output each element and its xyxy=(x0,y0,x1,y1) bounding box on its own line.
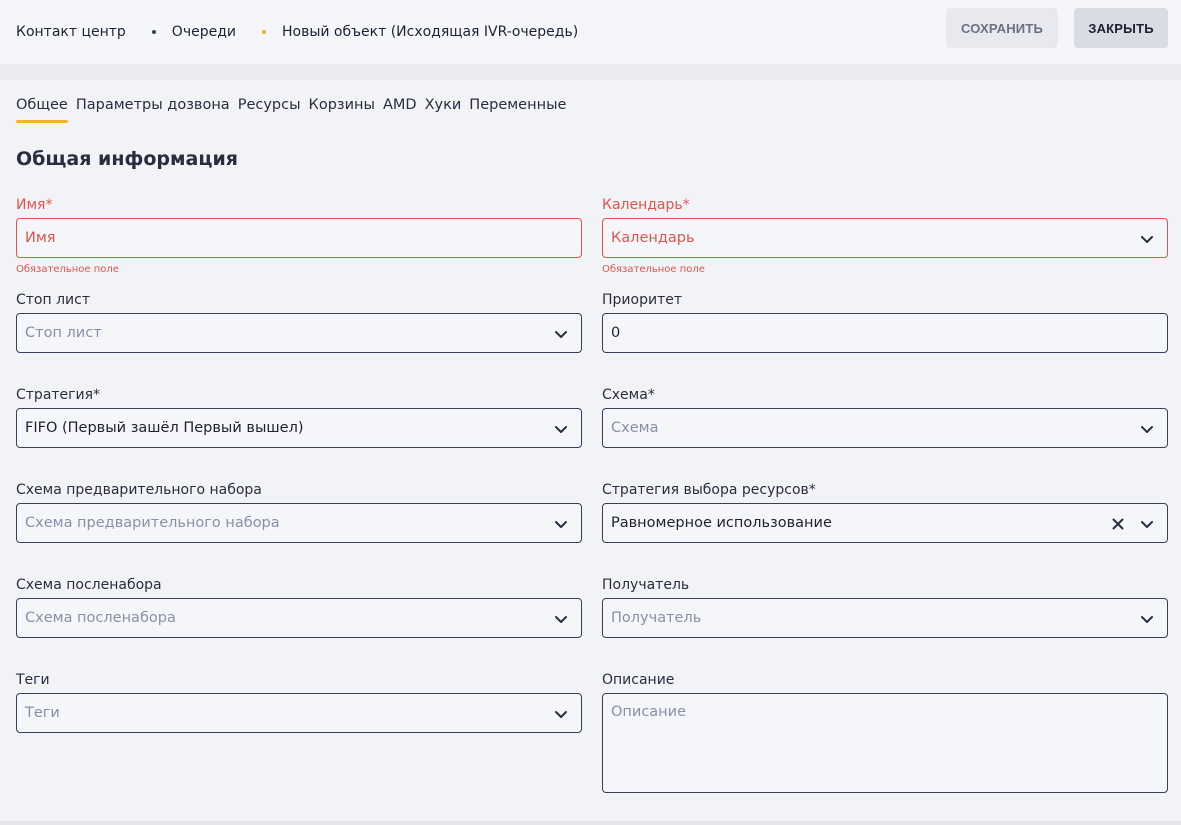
priority-input[interactable]: 0 xyxy=(602,313,1168,353)
description-label: Описание xyxy=(602,672,675,688)
priority-label: Приоритет xyxy=(602,292,682,308)
name-label: Имя* xyxy=(16,197,53,213)
stop-list-placeholder: Стоп лист xyxy=(25,325,102,341)
name-placeholder: Имя xyxy=(25,230,56,246)
predial-scheme-field: Схема предварительного набора Схема пред… xyxy=(16,480,582,543)
resource-strategy-field: Стратегия выбора ресурсов* Равномерное и… xyxy=(602,480,1168,543)
chevron-down-icon[interactable] xyxy=(1139,231,1155,247)
breadcrumb-current-dot xyxy=(261,30,266,34)
calendar-placeholder: Календарь xyxy=(611,230,695,246)
breadcrumb-contact-center[interactable]: Контакт центр xyxy=(16,24,126,40)
predial-scheme-label: Схема предварительного набора xyxy=(16,482,262,498)
chevron-down-icon[interactable] xyxy=(553,516,569,532)
strategy-select[interactable]: FIFO (Первый зашёл Первый вышел) xyxy=(16,408,582,448)
tab-amd[interactable]: AMD xyxy=(383,97,417,123)
scheme-label: Схема* xyxy=(602,387,655,403)
section-title: Общая информация xyxy=(16,148,238,170)
tab-resources[interactable]: Ресурсы xyxy=(238,97,301,123)
chevron-down-icon[interactable] xyxy=(1139,516,1155,532)
stop-list-field: Стоп лист Стоп лист xyxy=(16,290,582,353)
stop-list-select[interactable]: Стоп лист xyxy=(16,313,582,353)
breadcrumb: Контакт центр Очереди Новый объект (Исхо… xyxy=(0,24,578,40)
name-input[interactable]: Имя xyxy=(16,218,582,258)
recipient-select[interactable]: Получатель xyxy=(602,598,1168,638)
description-field: Описание Описание xyxy=(602,670,1168,793)
save-button[interactable]: СОХРАНИТЬ xyxy=(946,8,1058,48)
predial-scheme-placeholder: Схема предварительного набора xyxy=(25,515,280,531)
postdial-scheme-placeholder: Схема посленабора xyxy=(25,610,176,626)
chevron-down-icon[interactable] xyxy=(553,611,569,627)
stop-list-label: Стоп лист xyxy=(16,292,90,308)
form-content: Общее Параметры дозвона Ресурсы Корзины … xyxy=(0,80,1181,821)
resource-strategy-select[interactable]: Равномерное использование xyxy=(602,503,1168,543)
bottom-divider xyxy=(0,821,1181,825)
priority-field: Приоритет 0 xyxy=(602,290,1168,353)
calendar-required-hint: Обязательное поле xyxy=(602,264,705,275)
tags-select[interactable]: Теги xyxy=(16,693,582,733)
name-required-hint: Обязательное поле xyxy=(16,264,119,275)
breadcrumb-queues[interactable]: Очереди xyxy=(172,24,236,40)
tab-baskets[interactable]: Корзины xyxy=(309,97,375,123)
chevron-down-icon[interactable] xyxy=(1139,611,1155,627)
calendar-select[interactable]: Календарь xyxy=(602,218,1168,258)
tags-field: Теги Теги xyxy=(16,670,582,733)
description-placeholder: Описание xyxy=(611,704,686,720)
priority-value: 0 xyxy=(611,325,621,341)
tab-bar: Общее Параметры дозвона Ресурсы Корзины … xyxy=(16,97,574,123)
chevron-down-icon[interactable] xyxy=(553,706,569,722)
breadcrumb-separator-dot xyxy=(151,30,156,34)
tab-hooks[interactable]: Хуки xyxy=(425,97,462,123)
tab-general[interactable]: Общее xyxy=(16,97,68,123)
scheme-placeholder: Схема xyxy=(611,420,659,436)
postdial-scheme-select[interactable]: Схема посленабора xyxy=(16,598,582,638)
postdial-scheme-label: Схема посленабора xyxy=(16,577,162,593)
strategy-value: FIFO (Первый зашёл Первый вышел) xyxy=(25,420,304,436)
chevron-down-icon[interactable] xyxy=(553,421,569,437)
scheme-select[interactable]: Схема xyxy=(602,408,1168,448)
tab-dial-params[interactable]: Параметры дозвона xyxy=(76,97,230,123)
chevron-down-icon[interactable] xyxy=(553,326,569,342)
chevron-down-icon[interactable] xyxy=(1139,421,1155,437)
recipient-label: Получатель xyxy=(602,577,690,593)
predial-scheme-select[interactable]: Схема предварительного набора xyxy=(16,503,582,543)
resource-strategy-label: Стратегия выбора ресурсов* xyxy=(602,482,816,498)
strategy-field: Стратегия* FIFO (Первый зашёл Первый выш… xyxy=(16,385,582,448)
name-field: Имя* Имя Обязательное поле xyxy=(16,195,582,275)
recipient-placeholder: Получатель xyxy=(611,610,702,626)
tags-placeholder: Теги xyxy=(25,705,60,721)
calendar-label: Календарь* xyxy=(602,197,690,213)
calendar-field: Календарь* Календарь Обязательное поле xyxy=(602,195,1168,275)
top-header: Контакт центр Очереди Новый объект (Исхо… xyxy=(0,0,1181,64)
close-button[interactable]: ЗАКРЫТЬ xyxy=(1074,8,1168,48)
breadcrumb-current: Новый объект (Исходящая IVR-очередь) xyxy=(281,24,579,40)
recipient-field: Получатель Получатель xyxy=(602,575,1168,638)
close-icon[interactable] xyxy=(1111,517,1125,531)
description-textarea[interactable]: Описание xyxy=(602,693,1168,793)
header-divider xyxy=(0,64,1181,80)
postdial-scheme-field: Схема посленабора Схема посленабора xyxy=(16,575,582,638)
resource-strategy-value: Равномерное использование xyxy=(611,515,832,531)
strategy-label: Стратегия* xyxy=(16,387,101,403)
tags-label: Теги xyxy=(16,672,50,688)
scheme-field: Схема* Схема xyxy=(602,385,1168,448)
tab-variables[interactable]: Переменные xyxy=(469,97,566,123)
